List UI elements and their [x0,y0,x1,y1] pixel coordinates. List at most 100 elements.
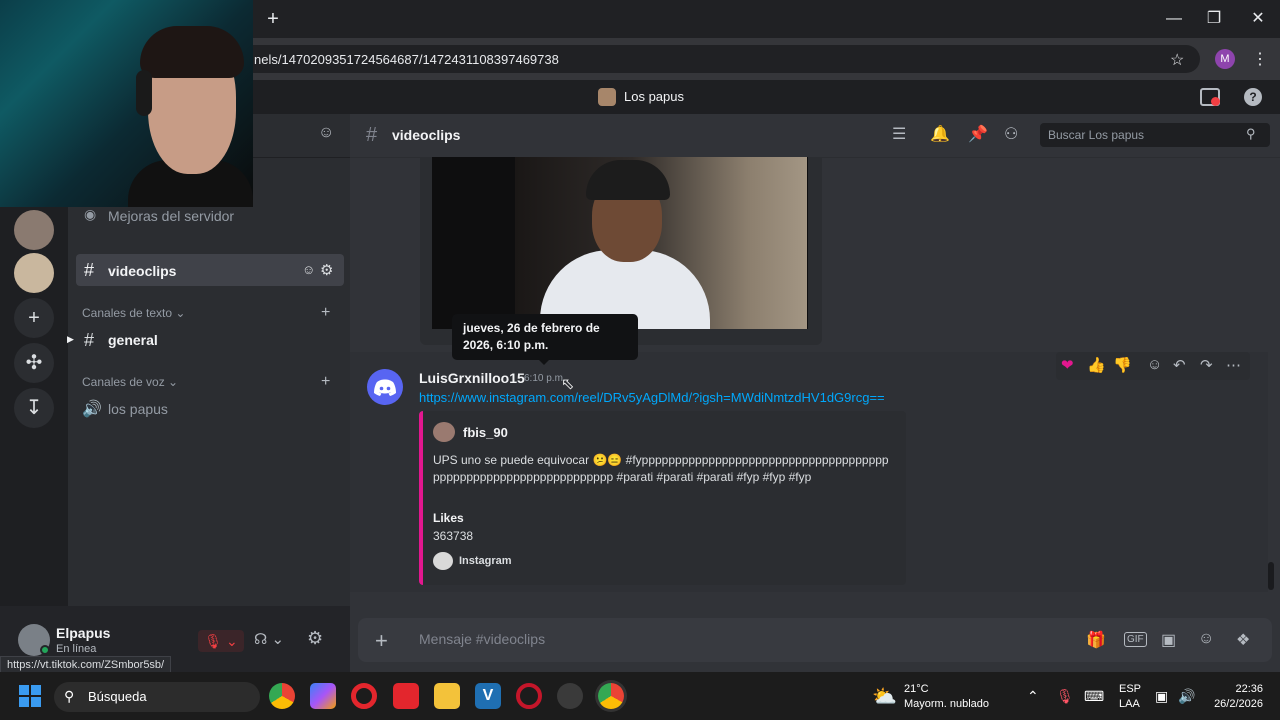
channel-settings-icon[interactable]: ⚙ [320,261,333,279]
new-tab-button[interactable]: + [262,8,284,30]
taskbar-search[interactable] [54,682,260,712]
attach-plus-icon[interactable]: + [375,628,388,654]
sidebar-item-los-papus[interactable]: los papus [108,401,168,417]
embed-description: UPS uno se puede equivocar 😕😑 #fyppppppp… [433,453,889,484]
sidebar-item-label: videoclips [108,263,177,279]
opera-icon[interactable] [351,683,377,709]
mouse-cursor-icon: ⬁ [561,376,575,393]
tooltip-arrow [538,359,550,365]
hundred-reaction-icon[interactable]: ❤ [1061,356,1074,374]
deafen-button[interactable]: ☊ ⌄ [254,630,284,648]
apps-icon[interactable]: ❖ [1236,630,1250,650]
channel-hash-icon: # [366,124,378,146]
member-list-icon[interactable]: ⚇ [1004,124,1018,144]
emoji-icon[interactable]: ☺ [1198,630,1214,648]
taskbar-clock[interactable]: 22:36 [1209,683,1263,695]
reply-icon[interactable]: ↶ [1173,356,1186,374]
profile-avatar[interactable]: M [1215,49,1235,69]
add-reaction-icon[interactable]: ☺ [1147,356,1162,373]
weather-temperature[interactable]: 21°C [904,683,929,695]
gift-icon[interactable]: 🎁 [1086,630,1106,650]
thumbs-down-reaction-icon[interactable]: 👎 [1113,356,1132,374]
create-text-channel-icon[interactable]: + [321,304,330,322]
help-icon[interactable]: ? [1244,88,1262,106]
minimize-button[interactable]: — [1156,6,1192,32]
volume-icon[interactable]: 🔊 [1178,688,1195,705]
speaker-icon: 🔊 [82,401,102,418]
youtube-icon[interactable] [393,683,419,709]
message-timestamp[interactable]: 6:10 p.m. [524,373,566,384]
close-window-button[interactable]: ✕ [1240,6,1276,32]
server-avatar-1[interactable] [14,210,54,250]
search-icon: ⚲ [64,688,75,704]
boost-icon: ◉ [84,206,97,222]
chrome-profile-icon[interactable] [598,683,624,709]
invite-members-icon[interactable]: ☺ [318,124,334,142]
embed-footer: Instagram [459,555,512,567]
server-title: Los papus [624,89,684,104]
create-invite-icon[interactable]: ☺ [302,262,315,277]
category-voice-channels[interactable]: Canales de voz ⌄ [82,375,178,389]
explore-servers-icon[interactable]: ✣ [14,343,54,383]
copilot-icon[interactable] [310,683,336,709]
create-voice-channel-icon[interactable]: + [321,373,330,391]
download-apps-icon[interactable]: ↧ [14,388,54,428]
search-icon: ⚲ [1246,126,1256,141]
server-icon [598,88,616,106]
chrome-icon[interactable] [269,683,295,709]
gif-icon[interactable]: GIF [1124,632,1147,647]
online-status-dot [40,645,50,655]
embed-field-name: Likes [433,511,464,525]
restore-button[interactable]: ❐ [1196,6,1232,32]
user-status: En línea [56,643,97,655]
inbox-unread-dot [1211,97,1220,106]
pinned-messages-icon[interactable]: 📌 [968,124,988,144]
sticker-icon[interactable]: ▣ [1161,630,1176,650]
weather-cloud-icon[interactable]: ⛅ [872,684,897,709]
opera-gx-icon[interactable] [516,683,542,709]
threads-icon[interactable]: ☰ [892,124,906,144]
mute-mic-button[interactable]: 🎙 ⌄ [198,630,244,652]
webcam-headphones [136,70,152,116]
vegas-icon[interactable]: V [475,683,501,709]
thumbs-up-reaction-icon[interactable]: 👍 [1087,356,1106,374]
url-text[interactable]: nels/1470209351724564687/147243110839746… [254,52,559,67]
search-placeholder: Buscar Los papus [1048,128,1145,142]
category-text-channels[interactable]: Canales de texto ⌄ [82,306,185,320]
embed-author[interactable]: fbis_90 [463,425,508,440]
language-indicator[interactable]: ESP [1119,683,1141,695]
bookmark-star-icon[interactable]: ☆ [1170,50,1184,70]
unread-indicator-icon: ▶ [67,334,74,344]
browser-menu-icon[interactable]: ⋮ [1252,49,1268,69]
forward-icon[interactable]: ↷ [1200,356,1213,374]
embed-field-value: 363738 [433,529,474,543]
message-input-placeholder: Mensaje #videoclips [419,631,546,647]
network-icon[interactable]: ▣ [1155,688,1168,705]
server-boost-link[interactable]: Mejoras del servidor [108,208,234,224]
taskbar-date[interactable]: 26/2/2026 [1204,698,1263,710]
obs-icon[interactable] [557,683,583,709]
channel-title: videoclips [392,127,461,143]
user-settings-icon[interactable]: ⚙ [307,628,323,649]
chat-scrollbar[interactable] [1268,562,1274,590]
keyboard-layout-indicator[interactable]: LAA [1119,698,1140,710]
microphone-icon[interactable]: 🎙 [1056,688,1074,705]
text-channel-icon: # [84,260,95,280]
message-author[interactable]: LuisGrxnilloo15 [419,370,525,386]
instagram-icon [433,552,453,570]
weather-description[interactable]: Mayorm. nublado [904,698,989,710]
taskbar-search-label: Búsqueda [88,689,147,704]
server-avatar-2[interactable] [14,253,54,293]
user-name[interactable]: Elpapus [56,625,110,641]
show-hidden-icons[interactable]: ⌃ [1027,688,1039,705]
text-channel-icon: # [84,330,95,350]
add-server-icon[interactable]: + [14,298,54,338]
sidebar-item-general[interactable]: general [108,332,158,348]
author-avatar[interactable] [367,369,403,405]
keyboard-icon[interactable]: ⌨ [1084,688,1104,705]
notification-bell-icon[interactable]: 🔔 [930,124,950,144]
message-link[interactable]: https://www.instagram.com/reel/DRv5yAgDl… [419,390,885,405]
file-explorer-icon[interactable] [434,683,460,709]
more-options-icon[interactable]: ⋯ [1226,356,1241,374]
windows-start-icon[interactable] [18,684,42,708]
